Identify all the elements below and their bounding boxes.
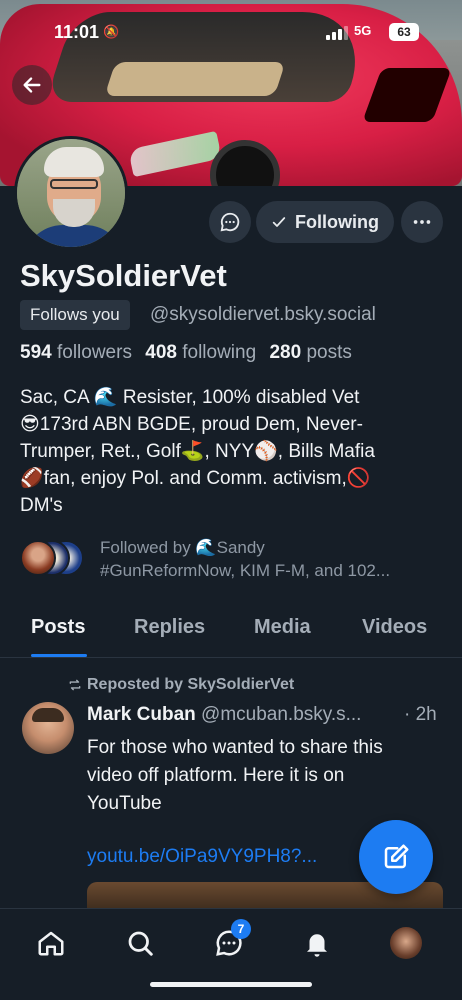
more-options-button[interactable] <box>401 201 443 243</box>
profile-avatar[interactable] <box>14 136 128 250</box>
post-author-name: Mark Cuban <box>87 704 196 725</box>
tab-media[interactable]: Media <box>254 616 311 639</box>
following-button[interactable]: Following <box>256 201 394 243</box>
active-tab-indicator <box>31 654 87 657</box>
back-button[interactable] <box>12 65 52 105</box>
display-name: SkySoldierVet <box>20 258 227 293</box>
home-icon <box>38 931 64 956</box>
following-label: Following <box>295 211 379 232</box>
bio-line: Sac, CA 🌊 Resister, 100% disabled Vet <box>20 387 360 408</box>
tab-replies[interactable]: Replies <box>134 616 205 639</box>
bio-line: 😎173rd ABN BGDE, proud Dem, Never- <box>20 414 363 435</box>
nav-home[interactable] <box>31 923 71 963</box>
post-author-handle: @mcuban.bsky.s... <box>201 704 362 725</box>
profile-handle: @skysoldiervet.bsky.social <box>150 304 376 325</box>
post-link[interactable]: youtu.be/OiPa9VY9PH8?... <box>87 846 317 868</box>
follows-you-badge: Follows you <box>20 300 130 330</box>
post-text: For those who wanted to share this video… <box>87 737 383 814</box>
profile-bio: Sac, CA 🌊 Resister, 100% disabled Vet 😎1… <box>20 384 440 519</box>
status-bar: 11:01 🔕 5G 63 <box>0 20 462 48</box>
followed-by-text[interactable]: Followed by 🌊Sandy #GunReformNow, KIM F-… <box>100 536 440 582</box>
repost-indicator[interactable]: Reposted by SkySoldierVet <box>68 676 294 694</box>
bio-line: DM's <box>20 495 63 516</box>
followed-by-avatars[interactable] <box>20 540 90 580</box>
status-time: 11:01 <box>54 22 100 42</box>
search-icon <box>128 931 153 956</box>
post-author-avatar[interactable] <box>22 702 74 754</box>
nav-search[interactable] <box>120 923 160 963</box>
bell-icon <box>307 934 327 957</box>
following-stat[interactable]: 408 following <box>145 342 256 363</box>
more-icon <box>413 220 431 224</box>
network-label: 5G <box>354 23 372 38</box>
nav-notifications[interactable] <box>297 923 337 963</box>
tab-posts[interactable]: Posts <box>31 616 85 639</box>
home-indicator <box>150 982 312 987</box>
check-icon <box>272 217 286 227</box>
back-arrow-icon <box>23 77 41 93</box>
post-header[interactable]: Mark Cuban @mcuban.bsky.s... <box>87 704 361 726</box>
posts-stat: 280 posts <box>269 342 352 363</box>
chat-bubble-icon <box>220 212 240 232</box>
signal-icon <box>326 26 348 40</box>
compose-icon <box>384 844 409 869</box>
nav-chat[interactable]: 7 <box>209 919 251 963</box>
my-avatar <box>390 927 422 959</box>
profile-stats: 594 followers 408 following 280 posts <box>20 342 352 364</box>
message-button[interactable] <box>209 201 251 243</box>
repost-icon <box>69 679 81 691</box>
battery-icon: 63 <box>389 23 419 41</box>
mute-bell-icon: 🔕 <box>103 24 120 39</box>
followers-stat[interactable]: 594 followers <box>20 342 132 363</box>
nav-profile[interactable] <box>386 923 426 963</box>
tab-videos[interactable]: Videos <box>362 616 427 639</box>
bio-line: Trumper, Ret., Golf⛳, NYY⚾, Bills Mafia <box>20 441 375 462</box>
chat-unread-badge: 7 <box>231 919 251 939</box>
compose-button[interactable] <box>359 820 433 894</box>
profile-tabs: Posts Replies Media Videos <box>0 610 462 658</box>
banner-car-interior <box>104 62 286 96</box>
bio-line: 🏈fan, enjoy Pol. and Comm. activism,🚫 <box>20 468 371 489</box>
post-timestamp: · 2h <box>404 704 437 725</box>
follower-avatar <box>20 540 56 576</box>
